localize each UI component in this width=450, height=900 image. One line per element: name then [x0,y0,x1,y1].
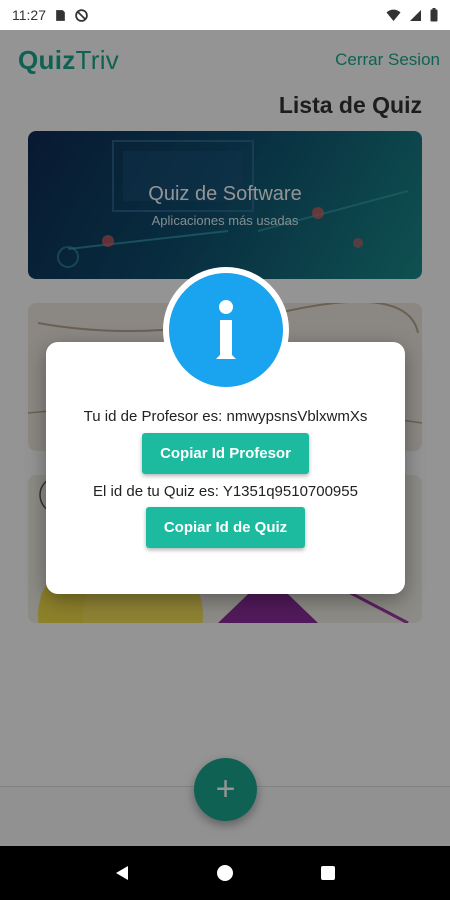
signal-icon [410,9,421,21]
battery-icon [430,8,438,22]
info-icon [216,300,236,359]
recents-button[interactable] [313,858,343,888]
info-badge [163,267,289,393]
back-icon [115,866,128,880]
status-bar: 11:27 [0,0,450,30]
status-icons [386,8,438,22]
system-nav-bar [0,846,450,900]
home-icon [216,865,233,881]
wifi-icon [386,9,401,21]
recents-icon [321,866,336,880]
copy-quiz-id-button[interactable]: Copiar Id de Quiz [146,507,305,548]
sd-card-icon [56,9,65,21]
quiz-id-text: El id de tu Quiz es: Y1351q9510700955 [93,483,358,500]
copy-teacher-id-button[interactable]: Copiar Id Profesor [142,433,309,474]
back-button[interactable] [107,858,137,888]
home-button[interactable] [210,858,240,888]
teacher-id-text: Tu id de Profesor es: nmwypsnsVblxwmXs [83,408,368,425]
status-time: 11:27 [12,7,46,23]
no-sync-icon [75,8,88,22]
